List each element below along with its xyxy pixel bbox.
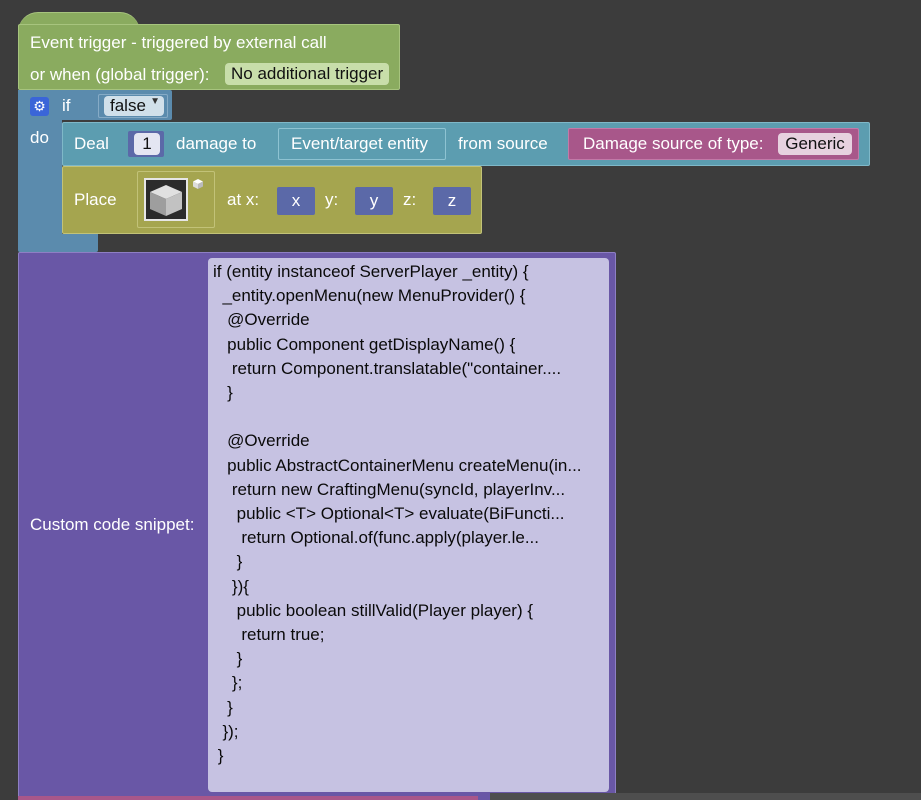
item-preview[interactable] [144,178,188,221]
z-label: z: [403,190,417,209]
event-trigger-block[interactable]: Event trigger - triggered by external ca… [18,24,400,90]
do-label: do [30,128,49,147]
boolean-value: false [110,96,146,115]
from-source-label: from source [458,134,548,153]
code-line: public boolean stillValid(Player player)… [213,600,534,620]
damage-amount-field[interactable]: 1 [134,133,160,155]
code-line: } [213,649,243,669]
blockly-workspace[interactable]: Event trigger - triggered by external ca… [0,0,921,800]
global-trigger-dropdown[interactable]: No additional trigger [225,63,390,85]
small-cube-icon [193,179,203,189]
code-line: @Override [213,310,310,330]
at-x-label: at x: [227,190,260,209]
code-line: return Component.translatable("container… [213,358,562,378]
code-line: return new CraftingMenu(syncId, playerIn… [213,479,566,499]
code-textarea[interactable]: if (entity instanceof ServerPlayer _enti… [208,258,609,792]
target-entity-label: Event/target entity [291,134,429,153]
event-trigger-title: Event trigger - triggered by external ca… [30,33,327,52]
if-label: if [62,96,71,115]
global-trigger-label: or when (global trigger): [30,65,210,84]
code-line: } [213,746,224,766]
code-line: public AbstractContainerMenu createMenu(… [213,455,582,475]
deal-label: Deal [74,134,109,153]
code-line: }; [213,673,243,693]
code-line: }){ [213,576,249,596]
code-line: } [213,697,233,717]
custom-code-label: Custom code snippet: [30,515,195,534]
horizontal-scrollbar[interactable] [490,793,921,800]
code-line: @Override [213,431,310,451]
damage-source-dropdown[interactable]: Generic [778,133,852,155]
code-line: return Optional.of(func.apply(player.le.… [213,528,539,548]
y-label: y: [325,190,339,209]
z-variable-block[interactable]: z [433,187,471,215]
code-line: public Component getDisplayName() { [213,334,516,354]
code-line: public <T> Optional<T> evaluate(BiFuncti… [213,504,565,524]
code-line: return true; [213,625,325,645]
gear-icon[interactable]: ⚙ [30,97,49,116]
target-entity-block[interactable]: Event/target entity [278,128,446,160]
place-block[interactable] [62,166,482,234]
y-variable-block[interactable]: y [355,187,393,215]
code-line: if (entity instanceof ServerPlayer _enti… [213,262,529,281]
chevron-down-icon: ▼ [150,96,160,107]
code-line: } [213,383,233,403]
if-block-bottom [18,234,98,252]
damage-to-label: damage to [176,134,257,153]
code-line: }); [213,721,239,741]
x-variable-block[interactable]: x [277,187,315,215]
damage-source-label: Damage source of type: [583,134,764,153]
next-block-edge [18,796,478,800]
boolean-dropdown[interactable]: false ▼ [104,96,164,116]
cube-icon [150,185,182,216]
code-line: _entity.openMenu(new MenuProvider() { [213,286,526,306]
place-label: Place [74,190,117,209]
code-line: } [213,552,243,572]
